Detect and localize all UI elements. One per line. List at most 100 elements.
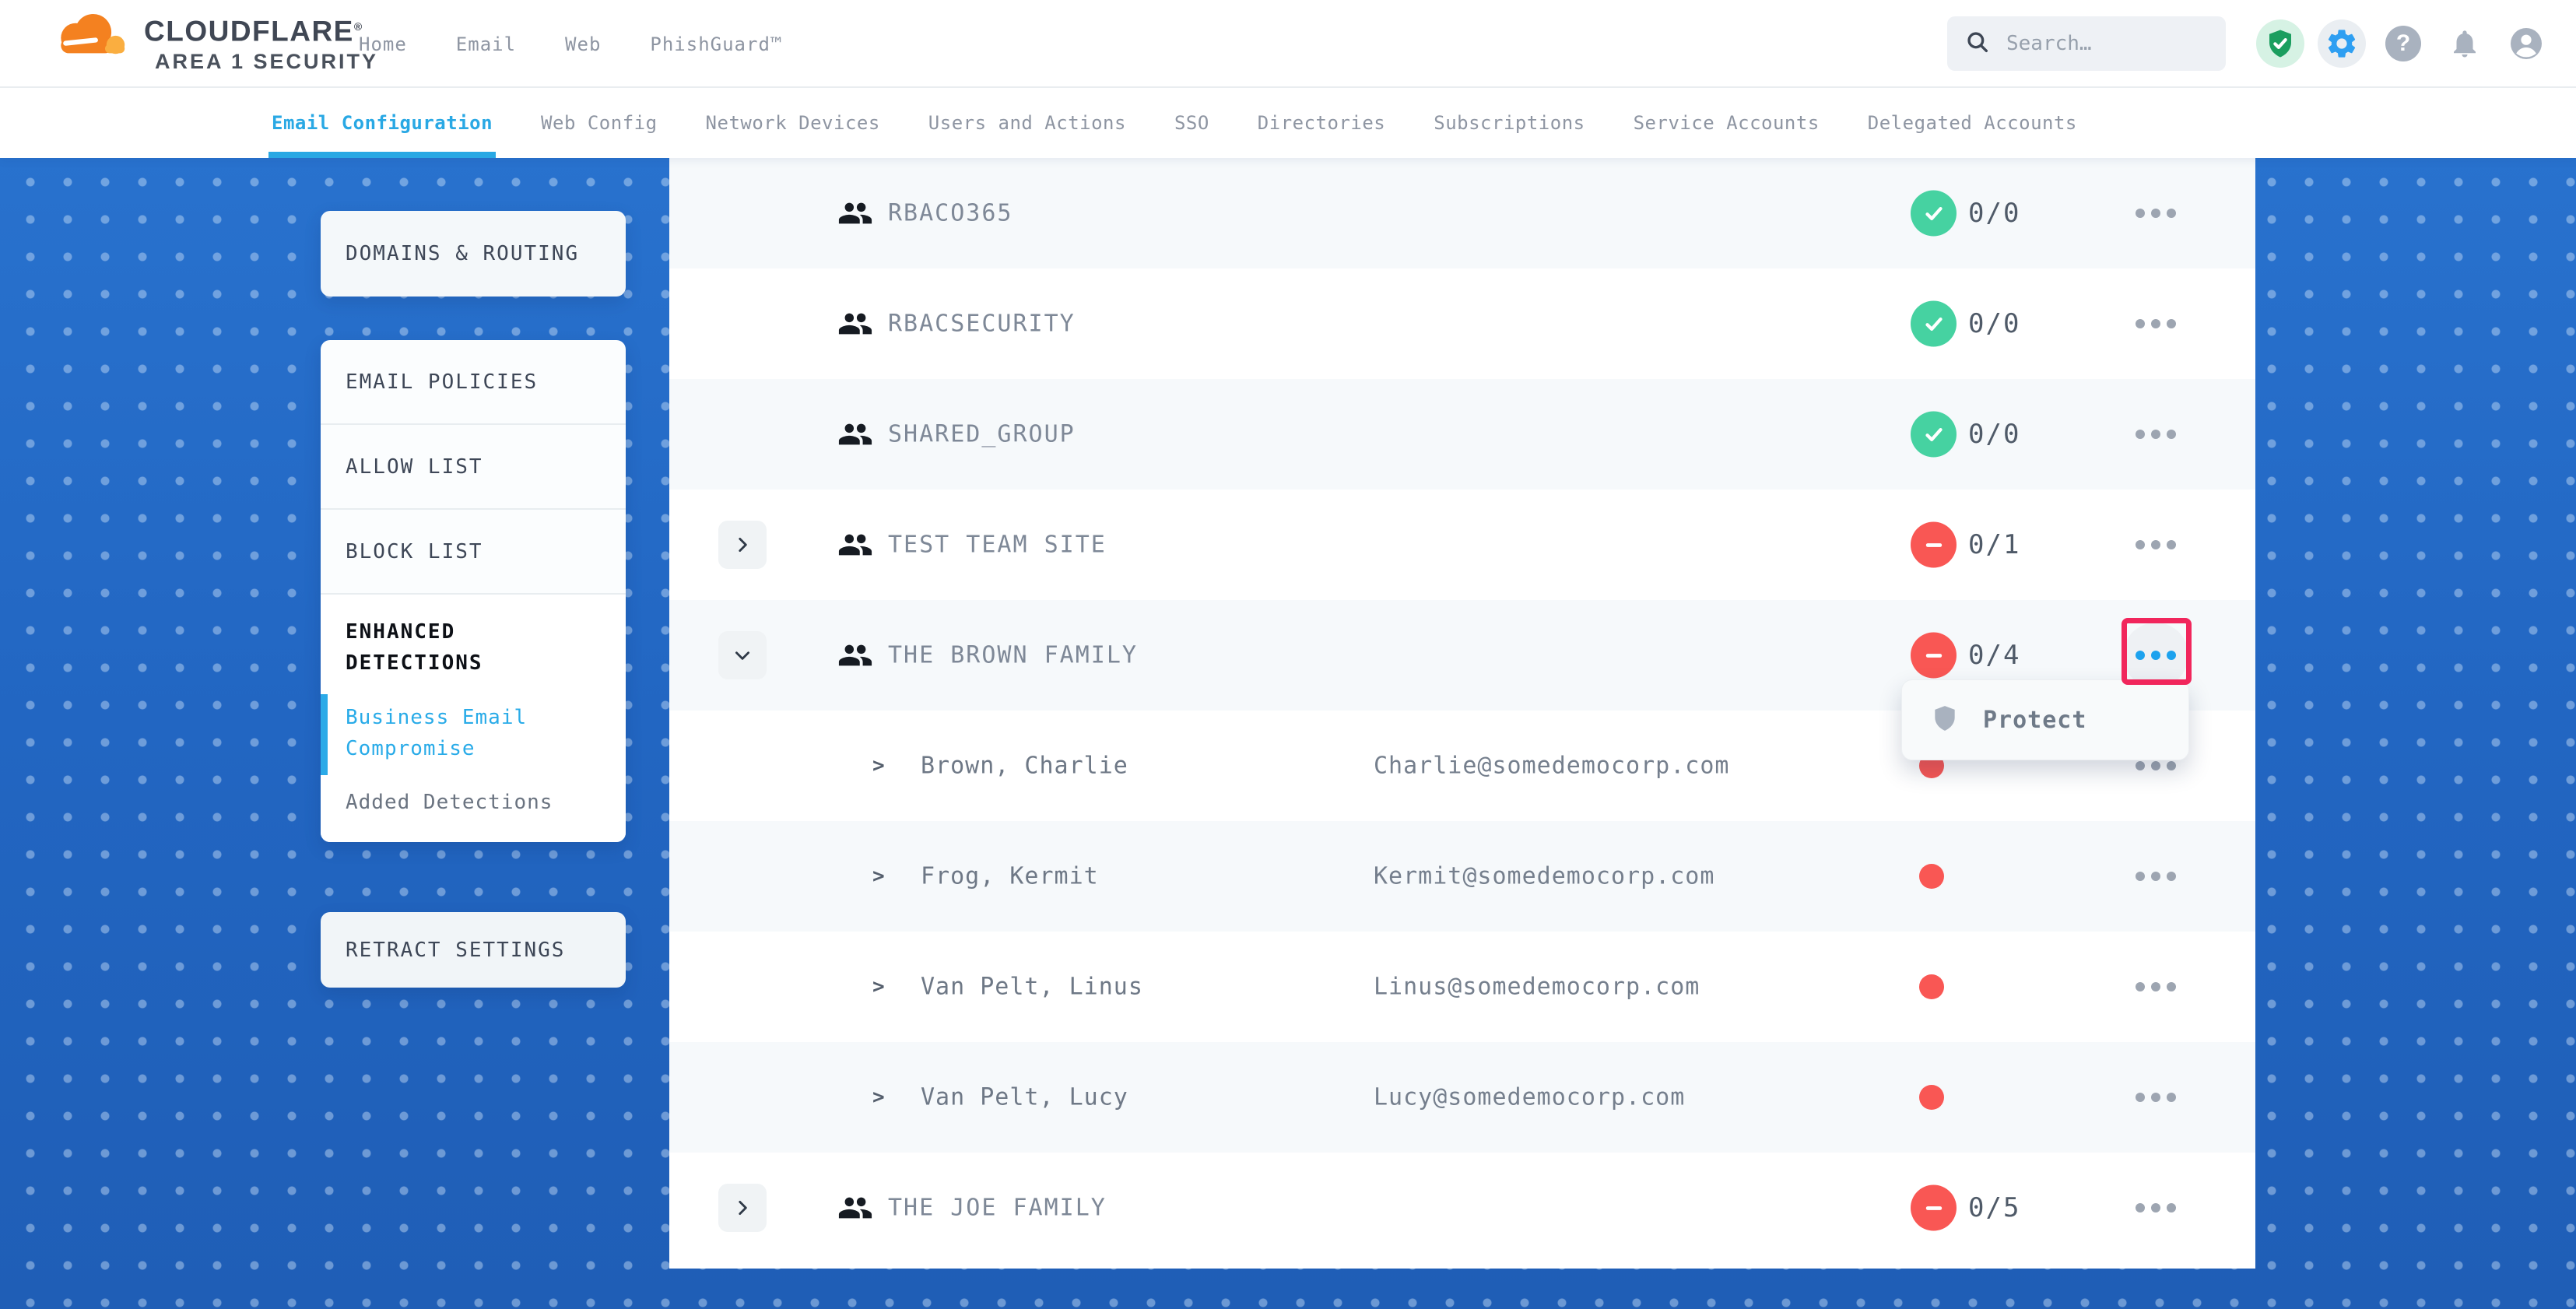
group-icon: [837, 195, 873, 231]
member-caret-icon: >: [872, 865, 885, 888]
group-icon: [837, 416, 873, 452]
group-name: RBACSECURITY: [888, 311, 1076, 338]
table-row-member: > Van Pelt, Linus Linus@somedemocorp.com: [669, 932, 2255, 1042]
primary-nav-web[interactable]: Web: [565, 33, 601, 55]
table-row-member: > Frog, Kermit Kermit@somedemocorp.com: [669, 821, 2255, 932]
sidebar-item-added-detections[interactable]: Added Detections: [346, 791, 602, 814]
status-protected-icon: [1911, 191, 1957, 237]
protect-shield-icon: [1930, 704, 1960, 736]
row-ellipsis-menu-button[interactable]: [2123, 844, 2188, 909]
active-item-indicator-bar: [321, 694, 328, 775]
table-row-member: > Van Pelt, Lucy Lucy@somedemocorp.com: [669, 1042, 2255, 1153]
protected-count: 0/0: [1968, 419, 2020, 450]
sidebar-item-block-list[interactable]: BLOCK LIST: [321, 510, 626, 595]
header-icon-cluster: ?: [2256, 19, 2550, 68]
table-row-group: RBACSECURITY 0/0: [669, 268, 2255, 379]
search-input[interactable]: [2006, 32, 2201, 55]
row-actions-menu: Protect: [1901, 679, 2189, 760]
cloudflare-logo: CLOUDFLARE® AREA 1 SECURITY: [49, 9, 378, 75]
directory-table-panel: RBACO365 0/0 RBACSECURITY 0/0 SHARED_GROUP 0/…: [669, 158, 2255, 1269]
sidebar-group-email-policies: EMAIL POLICIES ALLOW LIST BLOCK LIST ENH…: [321, 340, 626, 842]
notifications-bell-icon[interactable]: [2441, 19, 2489, 68]
account-avatar-icon[interactable]: [2502, 19, 2550, 68]
row-ellipsis-menu-button[interactable]: [2123, 512, 2188, 577]
group-name: RBACO365: [888, 200, 1013, 227]
primary-nav-home[interactable]: Home: [359, 33, 407, 55]
help-question-icon[interactable]: ?: [2379, 19, 2427, 68]
tab-web-config[interactable]: Web Config: [541, 88, 658, 158]
member-email: Linus@somedemocorp.com: [1374, 974, 1700, 1001]
group-icon: [837, 306, 873, 342]
section-tabs: Email Configuration Web Config Network Dev…: [0, 88, 2576, 158]
member-email: Charlie@somedemocorp.com: [1374, 753, 1729, 780]
member-name: Frog, Kermit: [921, 863, 1099, 890]
sidebar-item-email-policies[interactable]: EMAIL POLICIES: [321, 340, 626, 425]
protected-count: 0/0: [1968, 308, 2020, 339]
protected-count: 0/0: [1968, 198, 2020, 229]
row-ellipsis-menu-button[interactable]: [2123, 291, 2188, 356]
primary-nav-email[interactable]: Email: [456, 33, 516, 55]
group-name: THE JOE FAMILY: [888, 1195, 1107, 1222]
member-email: Lucy@somedemocorp.com: [1374, 1084, 1685, 1111]
table-row-group: SHARED_GROUP 0/0: [669, 379, 2255, 490]
row-ellipsis-menu-button[interactable]: [2123, 181, 2188, 246]
top-header-bar: CLOUDFLARE® AREA 1 SECURITY Home Email Web…: [0, 0, 2576, 88]
protected-count: 0/1: [1968, 529, 2020, 560]
tab-email-configuration[interactable]: Email Configuration: [272, 88, 493, 158]
sidebar-item-allow-list[interactable]: ALLOW LIST: [321, 425, 626, 510]
row-ellipsis-menu-button[interactable]: [2123, 402, 2188, 467]
table-row-group: TEST TEAM SITE 0/1: [669, 490, 2255, 600]
search-box[interactable]: [1947, 16, 2226, 71]
status-unprotected-dot: [1919, 1085, 1944, 1110]
status-protected-icon: [1911, 412, 1957, 458]
status-unprotected-icon: [1911, 1185, 1957, 1231]
group-icon: [837, 637, 873, 673]
protection-shield-check-icon[interactable]: [2256, 19, 2304, 68]
group-name: TEST TEAM SITE: [888, 532, 1107, 559]
sidebar-item-retract-settings[interactable]: RETRACT SETTINGS: [321, 912, 626, 988]
logo-title: CLOUDFLARE®: [144, 9, 378, 48]
tab-delegated-accounts[interactable]: Delegated Accounts: [1868, 88, 2077, 158]
expand-group-button[interactable]: [718, 521, 767, 569]
row-ellipsis-menu-button[interactable]: [2123, 1175, 2188, 1241]
search-icon: [1964, 29, 1991, 58]
tab-service-accounts[interactable]: Service Accounts: [1634, 88, 1820, 158]
status-unprotected-dot: [1919, 864, 1944, 889]
row-ellipsis-menu-button[interactable]: [2123, 623, 2188, 688]
tab-directories[interactable]: Directories: [1258, 88, 1385, 158]
settings-gear-icon[interactable]: [2318, 19, 2366, 68]
member-email: Kermit@somedemocorp.com: [1374, 863, 1714, 890]
group-name: THE BROWN FAMILY: [888, 642, 1138, 669]
tab-users-and-actions[interactable]: Users and Actions: [928, 88, 1126, 158]
cloudflare-cloud-icon: [49, 9, 133, 75]
expand-group-button[interactable]: [718, 1184, 767, 1232]
primary-nav: Home Email Web PhishGuard™: [359, 0, 782, 88]
primary-nav-phishguard[interactable]: PhishGuard™: [650, 33, 782, 55]
status-protected-icon: [1911, 301, 1957, 347]
member-caret-icon: >: [872, 975, 885, 998]
member-name: Van Pelt, Lucy: [921, 1084, 1128, 1111]
menu-item-protect[interactable]: Protect: [1983, 707, 2086, 734]
collapse-group-button[interactable]: [718, 631, 767, 679]
tab-subscriptions[interactable]: Subscriptions: [1434, 88, 1585, 158]
row-ellipsis-menu-button[interactable]: [2123, 954, 2188, 1019]
sidebar-item-business-email-compromise[interactable]: Business Email Compromise: [346, 702, 563, 764]
group-icon: [837, 527, 873, 563]
table-row-group: RBACO365 0/0: [669, 158, 2255, 268]
tab-sso[interactable]: SSO: [1174, 88, 1209, 158]
member-caret-icon: >: [872, 1086, 885, 1109]
status-unprotected-dot: [1919, 974, 1944, 999]
group-icon: [837, 1190, 873, 1226]
member-name: Brown, Charlie: [921, 753, 1128, 780]
table-row-group: THE JOE FAMILY 0/5: [669, 1153, 2255, 1263]
sidebar-item-domains-routing[interactable]: DOMAINS & ROUTING: [321, 211, 626, 297]
sidebar-item-enhanced-detections[interactable]: ENHANCED DETECTIONS: [346, 616, 548, 679]
status-unprotected-icon: [1911, 522, 1957, 568]
member-name: Van Pelt, Linus: [921, 974, 1143, 1001]
member-caret-icon: >: [872, 754, 885, 777]
protected-count: 0/5: [1968, 1192, 2020, 1223]
tab-network-devices[interactable]: Network Devices: [706, 88, 880, 158]
group-name: SHARED_GROUP: [888, 421, 1076, 448]
row-ellipsis-menu-button[interactable]: [2123, 1065, 2188, 1130]
logo-subtitle: AREA 1 SECURITY: [144, 48, 378, 75]
